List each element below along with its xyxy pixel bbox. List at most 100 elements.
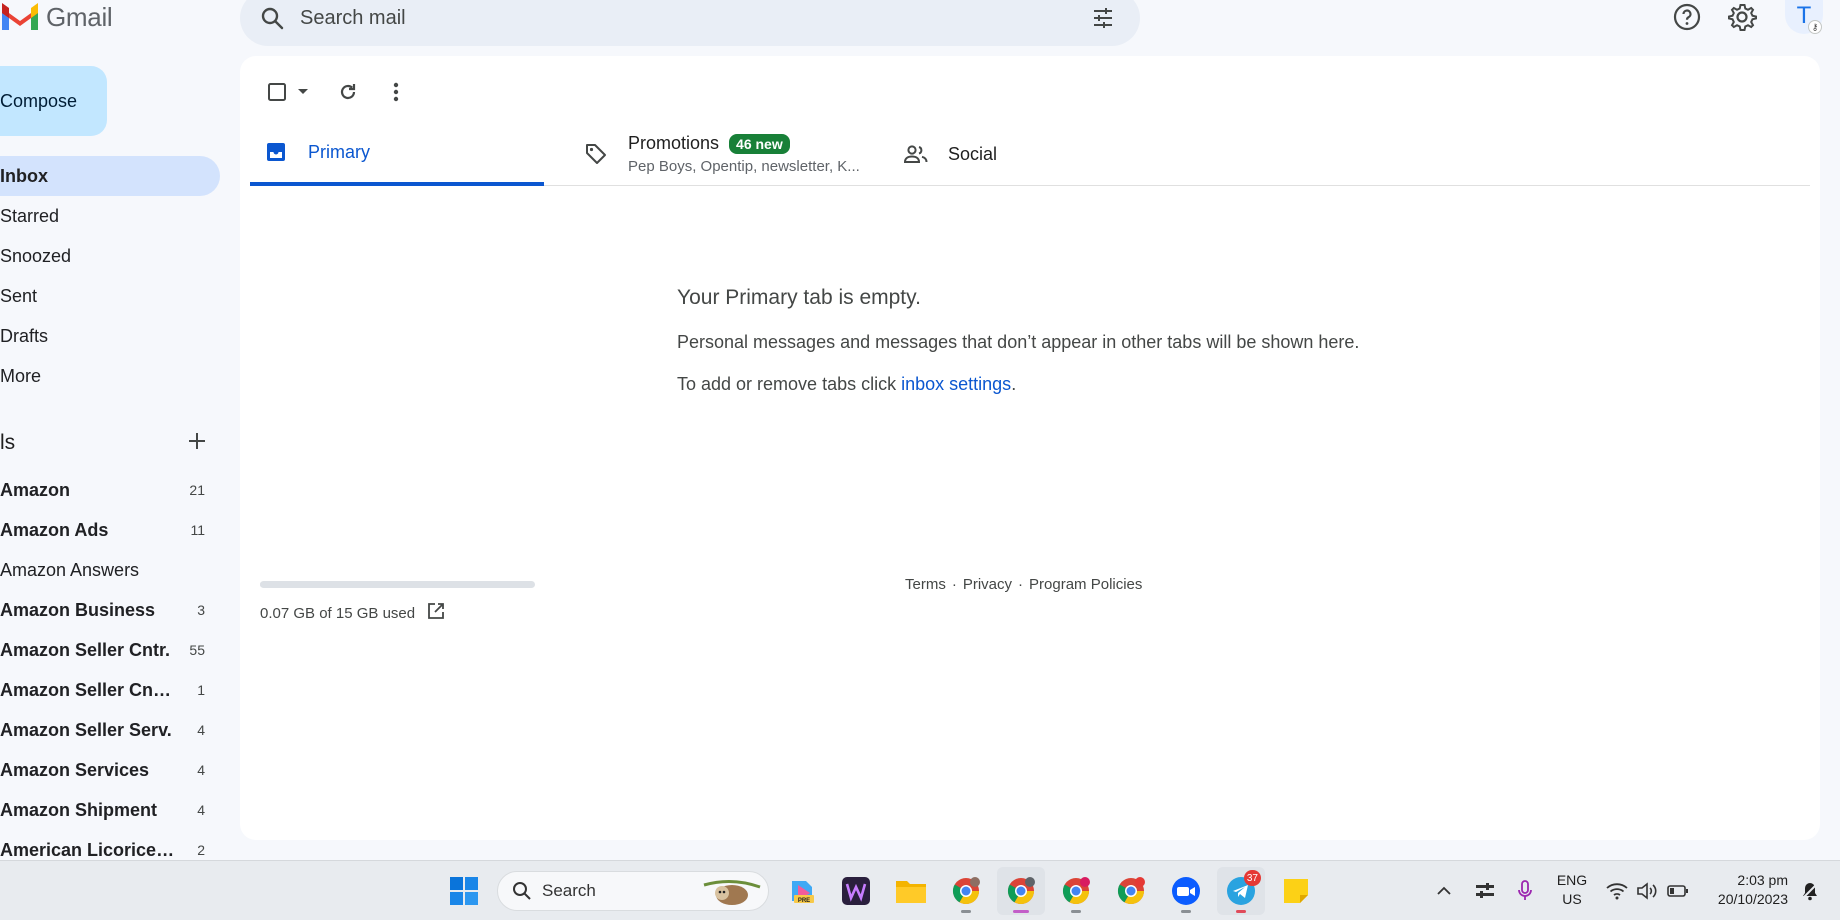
taskbar-search-label: Search: [542, 881, 596, 900]
search-input[interactable]: [300, 6, 1060, 30]
settings-gear-icon[interactable]: [1725, 0, 1759, 34]
label-item[interactable]: Amazon Seller Cntr. 55: [0, 630, 215, 670]
sidebar-item-sent[interactable]: Sent: [0, 276, 220, 316]
tab-social[interactable]: Social: [890, 122, 1090, 186]
label-name: Amazon Seller Cntr...: [0, 679, 175, 700]
sidebar-item-drafts[interactable]: Drafts: [0, 316, 220, 356]
tab-promotions-row: Promotions 46 new: [628, 133, 860, 154]
copilot-pre-icon[interactable]: PRE: [778, 867, 826, 915]
empty-state-hint-suffix: .: [1011, 374, 1017, 394]
more-options-icon[interactable]: [376, 72, 416, 112]
gmail-wordmark: Gmail: [46, 1, 113, 32]
windows-start-icon[interactable]: [440, 867, 488, 915]
show-hidden-icons-chevron-icon[interactable]: [1430, 861, 1458, 920]
label-item[interactable]: Amazon Services 4: [0, 750, 215, 790]
taskbar-search-box[interactable]: Search: [497, 871, 769, 911]
label-name: Amazon Answers: [0, 559, 140, 580]
inbox-settings-link[interactable]: inbox settings: [901, 374, 1011, 394]
program-policies-link[interactable]: Program Policies: [1029, 576, 1142, 593]
privacy-link[interactable]: Privacy: [963, 576, 1012, 593]
labels-heading-text: ls: [0, 431, 16, 454]
label-item[interactable]: Amazon 21: [0, 470, 215, 510]
tab-promotions-text: Promotions 46 new Pep Boys, Opentip, new…: [628, 133, 860, 175]
category-tabs: Primary Promotions 46 new Pep Boys, Open…: [250, 122, 1810, 186]
label-item[interactable]: Amazon Shipment 4: [0, 790, 215, 830]
tab-primary[interactable]: Primary: [250, 122, 544, 186]
label-count: 55: [189, 642, 205, 658]
label-count: 4: [197, 762, 205, 778]
footer-separator: ·: [1018, 576, 1024, 593]
label-name: Amazon Seller Cntr.: [0, 639, 171, 660]
sidebar-item-more[interactable]: More: [0, 356, 220, 396]
chrome-profile-d-icon[interactable]: [1107, 867, 1155, 915]
chrome-profile-m-icon[interactable]: [1052, 867, 1100, 915]
label-item[interactable]: Amazon Seller Cntr... 1: [0, 670, 215, 710]
sticky-notes-icon[interactable]: [1272, 867, 1320, 915]
zoom-icon[interactable]: [1162, 867, 1210, 915]
label-name: Amazon: [0, 479, 71, 500]
notifications-icon[interactable]: [1796, 861, 1824, 920]
label-name: Amazon Services: [0, 759, 150, 780]
region-code: US: [1562, 891, 1582, 907]
input-language-indicator[interactable]: ENG US: [1552, 871, 1592, 909]
volume-icon[interactable]: [1634, 861, 1660, 920]
new-count-badge: 46 new: [729, 133, 790, 154]
label-item[interactable]: Amazon Seller Serv. 4: [0, 710, 215, 750]
inbox-icon: [262, 138, 290, 166]
label-item[interactable]: American Licorice ... 2: [0, 830, 215, 860]
label-count: 11: [190, 522, 205, 538]
search-bar[interactable]: [240, 0, 1140, 46]
empty-state: Your Primary tab is empty. Personal mess…: [677, 286, 1359, 395]
storage-row: 0.07 GB of 15 GB used: [260, 602, 535, 624]
taskbar-search-icon: [513, 882, 531, 900]
label-item[interactable]: Amazon Business 3: [0, 590, 215, 630]
refresh-icon[interactable]: [328, 72, 368, 112]
terms-link[interactable]: Terms: [905, 576, 946, 593]
sidebar-item-starred[interactable]: Starred: [0, 196, 220, 236]
gmail-logo[interactable]: Gmail: [0, 0, 113, 34]
wifi-icon[interactable]: [1604, 861, 1630, 920]
people-icon: [902, 140, 930, 168]
labels-heading: ls: [0, 426, 215, 460]
sidebar-item-inbox[interactable]: Inbox: [0, 156, 220, 196]
storage-used-text: 0.07 GB of 15 GB used: [260, 604, 416, 622]
chrome-profile-active-icon[interactable]: [997, 867, 1045, 915]
w-app-icon[interactable]: [832, 867, 880, 915]
main-panel: Primary Promotions 46 new Pep Boys, Open…: [240, 56, 1820, 840]
label-name: Amazon Seller Serv.: [0, 719, 172, 740]
select-all-checkbox[interactable]: [262, 72, 292, 112]
tray-app-icon[interactable]: [1470, 861, 1500, 920]
system-clock[interactable]: 2:03 pm 20/10/2023: [1706, 871, 1788, 909]
label-item[interactable]: Amazon Ads 11: [0, 510, 215, 550]
battery-icon[interactable]: [1664, 861, 1692, 920]
label-count: 4: [197, 802, 205, 818]
sidebar-item-snoozed[interactable]: Snoozed: [0, 236, 220, 276]
windows-taskbar: Search PRE 37 ENG US 2:03 pm 20/10/2023: [0, 860, 1840, 920]
tab-promotions[interactable]: Promotions 46 new Pep Boys, Opentip, new…: [570, 122, 870, 186]
label-item[interactable]: Amazon Answers: [0, 550, 215, 590]
help-icon[interactable]: [1670, 0, 1704, 34]
telegram-icon[interactable]: 37: [1217, 867, 1265, 915]
chrome-profile-1-icon[interactable]: [942, 867, 990, 915]
select-dropdown-caret-icon[interactable]: [292, 72, 314, 112]
open-in-new-icon[interactable]: [427, 602, 445, 624]
empty-state-description: Personal messages and messages that don’…: [677, 332, 1360, 352]
storage-meter-fill: [260, 581, 262, 588]
running-indicator: [1071, 910, 1081, 913]
svg-text:PRE: PRE: [798, 898, 810, 904]
microphone-icon[interactable]: [1510, 861, 1540, 920]
search-highlight-sloth-icon: [703, 880, 761, 905]
create-label-plus-icon[interactable]: [184, 428, 210, 454]
compose-button[interactable]: Compose: [0, 66, 107, 136]
footer-links: Terms · Privacy · Program Policies: [905, 576, 1142, 593]
search-icon[interactable]: [258, 4, 286, 32]
tab-primary-label: Primary: [308, 141, 370, 162]
label-count: 1: [197, 682, 205, 698]
file-explorer-icon[interactable]: [887, 867, 935, 915]
header: Gmail T ⚷: [0, 0, 1840, 52]
sidebar-nav: Inbox Starred Snoozed Sent Drafts More: [0, 156, 220, 396]
active-indicator: [1013, 910, 1029, 913]
empty-state-hint: To add or remove tabs click inbox settin…: [677, 374, 1359, 395]
gmail-m-icon: [2, 3, 38, 30]
search-options-icon[interactable]: [1088, 3, 1118, 33]
